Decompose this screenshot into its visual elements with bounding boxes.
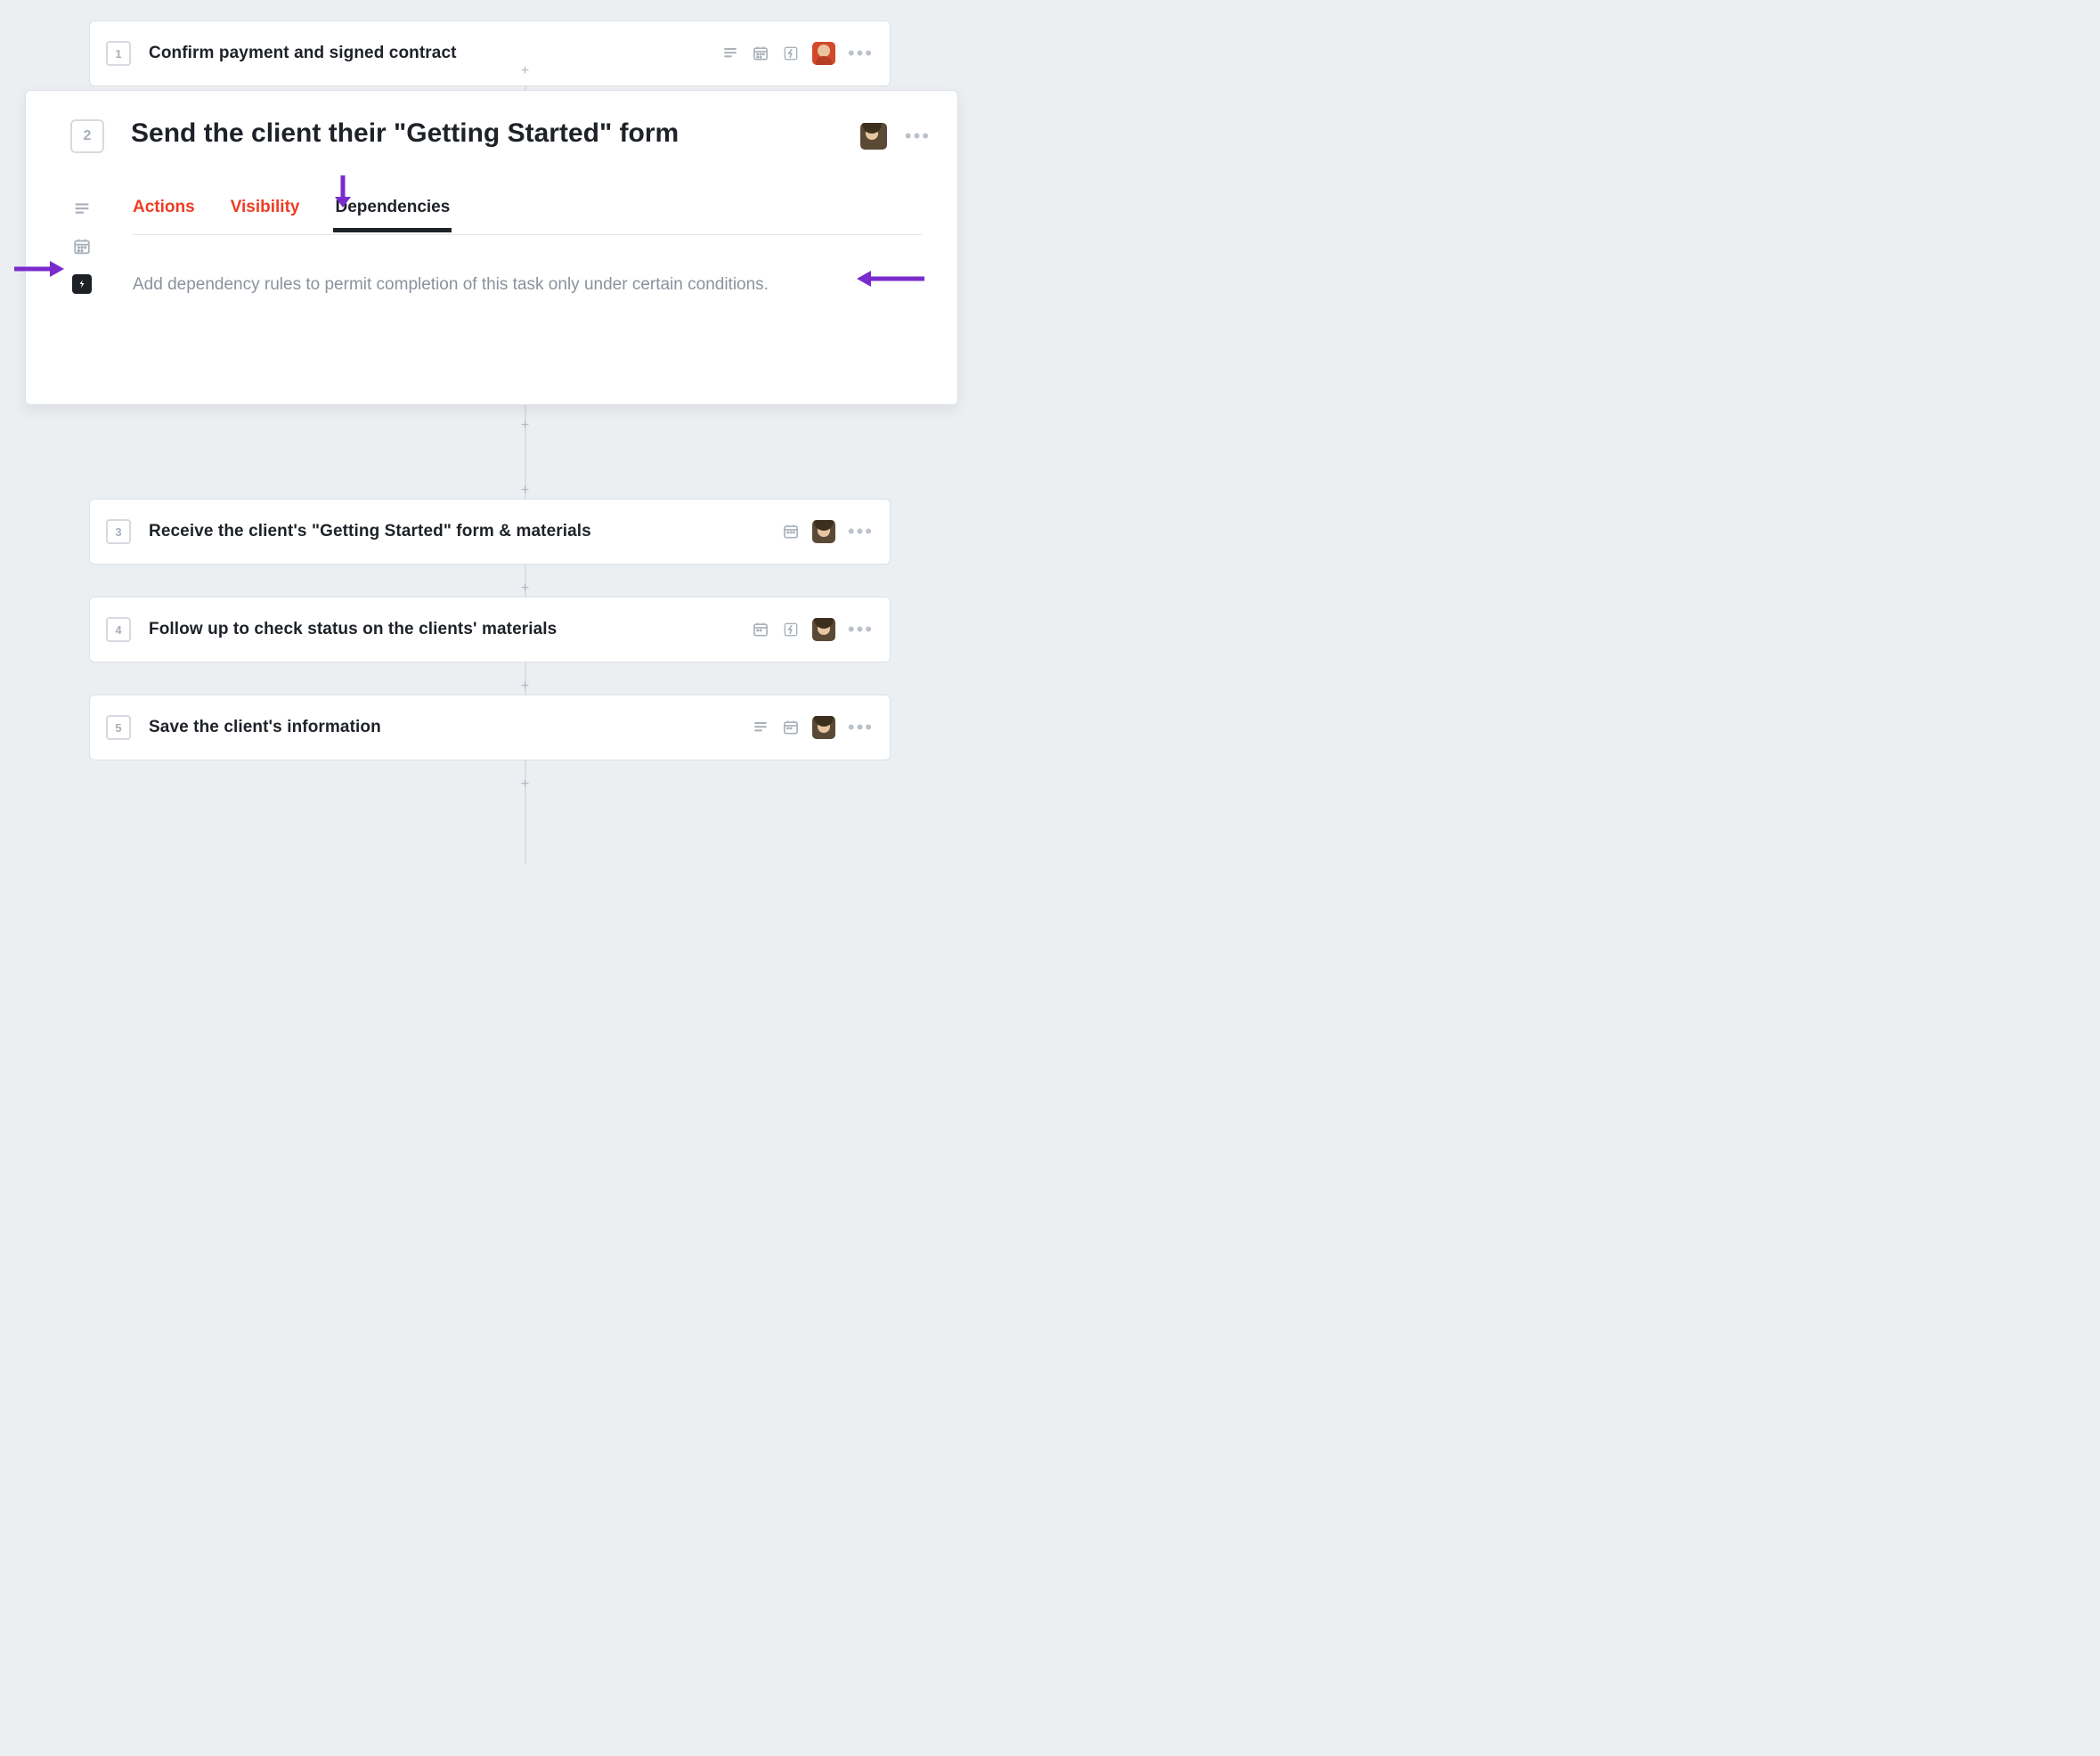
calendar-icon[interactable] [782,719,800,736]
calendar-icon[interactable] [72,237,92,256]
calendar-icon[interactable] [752,621,769,638]
step-number: 5 [115,721,121,735]
task-title: Confirm payment and signed contract [149,44,721,63]
task-title: Save the client's information [149,718,752,737]
rules-icon[interactable] [782,45,800,62]
calendar-icon[interactable] [752,45,769,62]
assignee-avatar[interactable] [860,123,887,150]
task-card[interactable]: 5 Save the client's information ••• [89,695,891,760]
rules-icon-active[interactable] [72,274,92,294]
add-step-plus[interactable]: + [521,64,529,78]
rules-icon[interactable] [782,621,800,638]
step-number-box: 4 [106,617,131,642]
assignee-avatar[interactable] [812,520,835,543]
add-step-plus[interactable]: + [521,484,529,498]
add-step-plus[interactable]: + [521,777,529,792]
task-card[interactable]: 4 Follow up to check status on the clien… [89,597,891,663]
step-number-box: 2 [70,119,104,153]
task-title: Follow up to check status on the clients… [149,620,752,639]
description-icon[interactable] [721,45,739,62]
more-menu[interactable]: ••• [848,723,874,732]
step-number-box: 5 [106,715,131,740]
tab-actions[interactable]: Actions [133,198,195,232]
annotation-arrow-down [333,174,353,207]
task-title: Send the client their "Getting Started" … [131,118,834,150]
task-card[interactable]: 1 Confirm payment and signed contract ••… [89,20,891,86]
assignee-avatar[interactable] [812,716,835,739]
more-menu[interactable]: ••• [905,132,931,141]
more-menu[interactable]: ••• [848,625,874,634]
step-number: 3 [115,525,121,539]
dependencies-description: Add dependency rules to permit completio… [133,273,922,297]
more-menu[interactable]: ••• [848,49,874,58]
step-number: 2 [84,128,92,144]
tab-visibility[interactable]: Visibility [231,198,300,232]
task-title: Receive the client's "Getting Started" f… [149,522,782,541]
task-tabs: Actions Visibility Dependencies [133,198,922,235]
more-menu[interactable]: ••• [848,527,874,536]
task-card-expanded: 2 Send the client their "Getting Started… [25,90,958,405]
calendar-icon[interactable] [782,523,800,541]
annotation-arrow-right [14,260,64,278]
task-card[interactable]: 3 Receive the client's "Getting Started"… [89,499,891,565]
step-number-box: 3 [106,519,131,544]
description-icon[interactable] [752,719,769,736]
step-number-box: 1 [106,41,131,66]
step-number: 1 [115,47,121,61]
assignee-avatar[interactable] [812,618,835,641]
annotation-arrow-left [853,270,924,288]
add-step-plus[interactable]: + [521,581,529,596]
add-step-plus[interactable]: + [521,419,529,433]
assignee-avatar[interactable] [812,42,835,65]
description-icon[interactable] [72,199,92,219]
add-step-plus[interactable]: + [521,679,529,694]
step-number: 4 [115,623,121,637]
